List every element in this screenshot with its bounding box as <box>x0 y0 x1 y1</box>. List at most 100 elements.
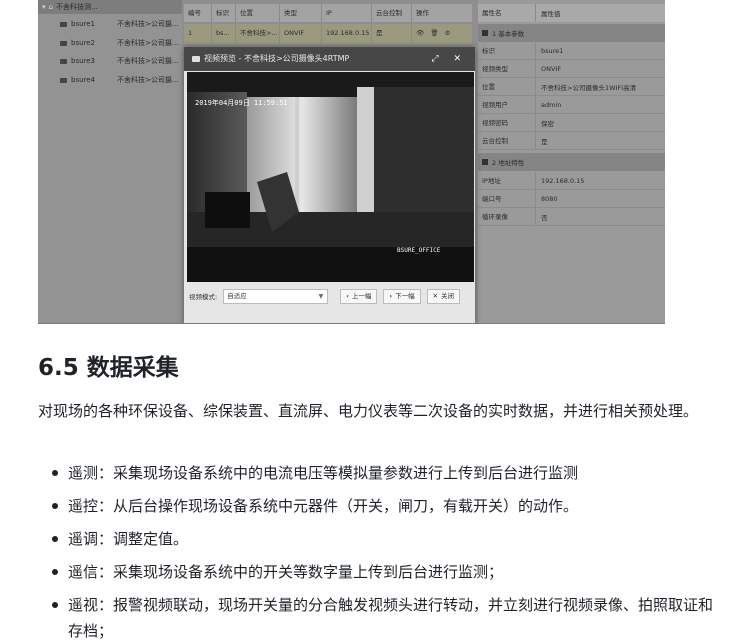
props-header: 属性名 属性值 <box>478 4 665 22</box>
tree-item[interactable]: bsure4 不舍科技>公司摄... <box>60 74 179 86</box>
prop-value: 192.168.0.15 <box>541 176 585 185</box>
cell: 1 <box>184 24 212 44</box>
tree-item[interactable]: bsure1 不舍科技>公司摄... <box>60 18 179 30</box>
intro-paragraph: 对现场的各种环保设备、综保装置、直流屏、电力仪表等二次设备的实时数据，并进行相关… <box>38 402 699 420</box>
grid-header: 编号 标识 位置 类型 IP 云台控制 操作 <box>184 4 472 22</box>
section-heading: 6.5 数据采集 <box>38 355 179 381</box>
prop-value: bsure1 <box>541 46 564 55</box>
table-row[interactable]: 1 bs... 不舍科技>... ONVIF 192.168.0.15 是 👁 … <box>184 24 472 44</box>
props-row: 视频用户 admin <box>478 96 665 114</box>
col-header[interactable]: 编号 <box>184 4 212 22</box>
camera-icon <box>60 59 67 64</box>
tree-root[interactable]: ▾ ⌂ 不舍科技测... <box>38 0 182 14</box>
prop-key: 视频密码 <box>478 114 536 131</box>
props-row: 视频类型 ONVIF <box>478 60 665 78</box>
property-panel: 属性名 属性值 1 基本参数 标识 bsure1 视频类型 ONVIF 位置 不舍科技… <box>478 0 665 323</box>
props-group[interactable]: 1 基本参数 <box>478 24 665 42</box>
camera-feed-image: 2019年04月09日 11:59:51 BSURE_OFFICE <box>187 72 474 282</box>
tree-item-path: 不舍科技>公司摄... <box>117 76 179 84</box>
tree-item-name: bsure2 <box>71 39 96 47</box>
prop-key: 标识 <box>478 42 536 59</box>
prev-button[interactable]: ‹ 上一幅 <box>340 288 378 304</box>
next-button[interactable]: › 下一幅 <box>383 288 421 304</box>
tree-item-path: 不舍科技>公司摄... <box>117 39 179 47</box>
prop-value: 8080 <box>541 194 558 203</box>
col-header[interactable]: 云台控制 <box>372 4 412 22</box>
chevron-down-icon: ▾ <box>42 3 46 11</box>
tree-item-name: bsure1 <box>71 20 96 28</box>
props-group-title: 1 基本参数 <box>492 30 525 38</box>
prop-value: 是 <box>541 137 548 146</box>
dialog-title: 视频预览 - 不舍科技>公司摄像头4RTMP <box>204 54 350 63</box>
col-header[interactable]: 位置 <box>236 4 280 22</box>
dialog-footer: 视频模式: 自适应 ▼ ‹ 上一幅 › 下一幅 ✕ 关闭 <box>184 285 475 307</box>
props-row: 端口号 8080 <box>478 190 665 208</box>
prev-label: 上一幅 <box>351 291 372 300</box>
tree-item-name: bsure3 <box>71 57 96 65</box>
tree-item-path: 不舍科技>公司摄... <box>117 20 179 28</box>
prop-key: 循环录像 <box>478 208 536 225</box>
props-group-title: 2 地址特性 <box>492 159 525 167</box>
video-camera-icon <box>192 56 200 62</box>
prop-key: 视频类型 <box>478 60 536 77</box>
prop-value: admin <box>541 100 562 109</box>
cell: 是 <box>372 24 412 44</box>
chevron-left-icon: ‹ <box>346 291 349 300</box>
video-frame: 2019年04月09日 11:59:51 BSURE_OFFICE <box>187 72 474 282</box>
video-mode-select[interactable]: 自适应 ▼ <box>223 288 329 304</box>
prop-key: 端口号 <box>478 190 536 207</box>
props-col-value: 属性值 <box>541 10 561 18</box>
prop-key: IP地址 <box>478 172 536 189</box>
cell: 192.168.0.15 <box>322 24 372 44</box>
list-item: 遥控：从后台操作现场设备系统中元器件（开关，闸刀，有载开关）的动作。 <box>38 493 718 519</box>
mode-value: 自适应 <box>227 291 247 300</box>
list-item: 遥信：采集现场设备系统中的开关等数字量上传到后台进行监测； <box>38 559 718 585</box>
props-col-name: 属性名 <box>478 4 536 22</box>
prop-key: 视频用户 <box>478 96 536 113</box>
video-preview-dialog: 视频预览 - 不舍科技>公司摄像头4RTMP ⤢ ✕ 2019年04月09日 1… <box>184 47 475 323</box>
prop-value: 保密 <box>541 119 554 128</box>
list-item: 遥调：调整定值。 <box>38 526 718 552</box>
list-item: 遥测：采集现场设备系统中的电流电压等模拟量参数进行上传到后台进行监测 <box>38 460 718 486</box>
tree-root-label: 不舍科技测... <box>55 3 98 11</box>
row-actions[interactable]: 👁 🗑 ⚙ <box>412 24 472 44</box>
home-icon: ⌂ <box>48 3 53 11</box>
cell: 不舍科技>... <box>236 24 280 44</box>
props-row: IP地址 192.168.0.15 <box>478 172 665 190</box>
cell: bs... <box>212 24 236 44</box>
next-label: 下一幅 <box>395 291 415 300</box>
col-header[interactable]: 标识 <box>212 4 236 22</box>
collapse-icon <box>482 159 488 165</box>
camera-icon <box>60 22 67 27</box>
col-header[interactable]: 类型 <box>280 4 322 22</box>
col-header[interactable]: 操作 <box>412 4 472 22</box>
prop-key: 位置 <box>478 78 536 95</box>
props-row: 循环录像否 <box>478 208 665 226</box>
props-group[interactable]: 2 地址特性 <box>478 153 665 171</box>
window-controls[interactable]: ⤢ ✕ <box>431 47 467 71</box>
chevron-down-icon: ▼ <box>318 292 324 300</box>
props-row: 标识 bsure1 <box>478 42 665 60</box>
props-row: 云台控制是 <box>478 132 665 150</box>
video-timestamp: 2019年04月09日 11:59:51 <box>195 98 288 107</box>
close-label: 关闭 <box>441 291 455 300</box>
close-button[interactable]: ✕ 关闭 <box>426 288 461 304</box>
props-row: 视频密码 保密 <box>478 114 665 132</box>
device-tree: ▾ ⌂ 不舍科技测... bsure1 不舍科技>公司摄... bsure2 不舍科… <box>38 0 182 323</box>
cell: ONVIF <box>280 24 322 44</box>
prop-key: 云台控制 <box>478 132 536 149</box>
camera-icon <box>60 41 67 46</box>
tree-item[interactable]: bsure2 不舍科技>公司摄... <box>60 37 179 49</box>
embedded-screenshot: ▾ ⌂ 不舍科技测... bsure1 不舍科技>公司摄... bsure2 不舍科… <box>38 0 665 324</box>
col-header[interactable]: IP <box>322 4 372 22</box>
dialog-titlebar: 视频预览 - 不舍科技>公司摄像头4RTMP ⤢ ✕ <box>184 47 475 71</box>
chevron-right-icon: › <box>389 291 393 300</box>
tree-item[interactable]: bsure3 不舍科技>公司摄... <box>60 55 179 67</box>
camera-icon <box>60 78 67 83</box>
props-row: 位置 不舍科技>公司摄像头1WIFI高清 <box>478 78 665 96</box>
mode-label: 视频模式: <box>189 293 218 301</box>
tree-item-name: bsure4 <box>71 76 96 84</box>
prop-value: 否 <box>541 213 548 222</box>
prop-value: ONVIF <box>541 64 562 73</box>
list-item: 遥视：报警视频联动，现场开关量的分合触发视频头进行转动，并立刻进行视频录像、拍照… <box>38 592 718 640</box>
